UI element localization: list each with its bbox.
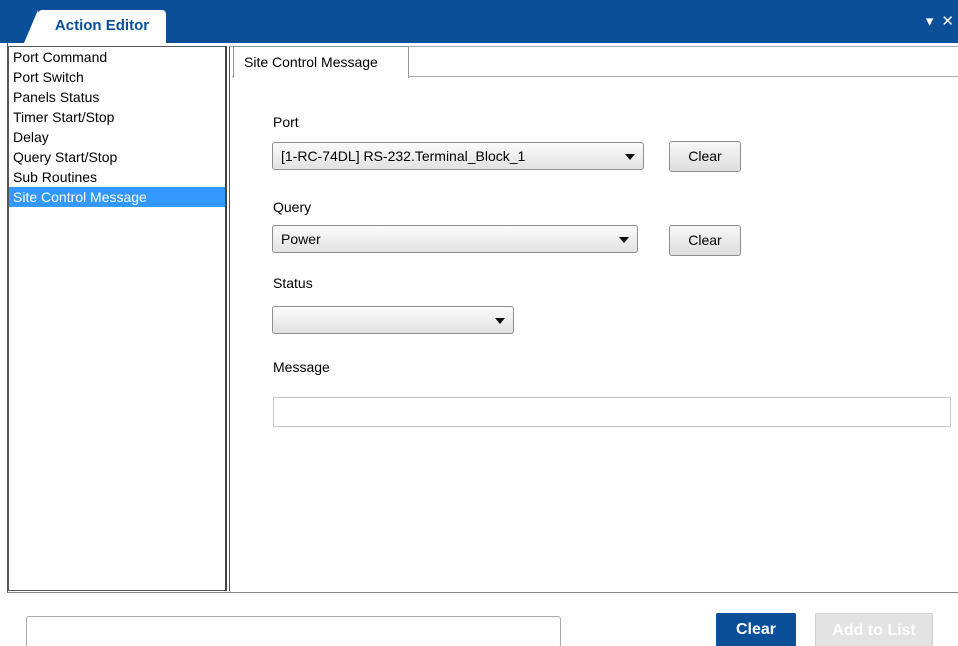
action-type-list[interactable]: Port Command Port Switch Panels Status T…: [8, 46, 227, 591]
message-label: Message: [273, 359, 330, 375]
list-item-delay[interactable]: Delay: [9, 127, 225, 147]
query-dropdown[interactable]: Power: [272, 225, 638, 253]
query-clear-button[interactable]: Clear: [669, 225, 741, 256]
title-icons: ▾ ✕: [926, 14, 954, 30]
title-bar: Action Editor ▾ ✕: [0, 0, 958, 43]
status-label: Status: [273, 275, 313, 291]
list-item-port-command[interactable]: Port Command: [9, 47, 225, 67]
close-icon[interactable]: ✕: [941, 14, 954, 30]
list-item-port-switch[interactable]: Port Switch: [9, 67, 225, 87]
port-label: Port: [273, 114, 299, 130]
list-item-site-control-message[interactable]: Site Control Message: [9, 187, 225, 207]
query-dropdown-value: Power: [281, 231, 321, 247]
query-label: Query: [273, 199, 312, 215]
dropdown-arrow-icon[interactable]: ▾: [926, 14, 934, 30]
add-to-list-button[interactable]: Add to List: [815, 613, 933, 646]
chevron-down-icon: [625, 154, 635, 160]
window-title-tab: Action Editor: [24, 10, 166, 43]
list-item-timer-start-stop[interactable]: Timer Start/Stop: [9, 107, 225, 127]
list-item-sub-routines[interactable]: Sub Routines: [9, 167, 225, 187]
port-clear-button[interactable]: Clear: [669, 141, 741, 172]
action-text-input[interactable]: [26, 616, 561, 646]
list-item-panels-status[interactable]: Panels Status: [9, 87, 225, 107]
list-item-query-start-stop[interactable]: Query Start/Stop: [9, 147, 225, 167]
status-dropdown[interactable]: [272, 306, 514, 334]
tab-site-control-message[interactable]: Site Control Message: [233, 46, 409, 78]
clear-button[interactable]: Clear: [716, 613, 796, 646]
port-dropdown-value: [1-RC-74DL] RS-232.Terminal_Block_1: [281, 148, 526, 164]
port-dropdown[interactable]: [1-RC-74DL] RS-232.Terminal_Block_1: [272, 142, 644, 170]
message-input[interactable]: [273, 397, 951, 427]
window-title: Action Editor: [54, 17, 150, 34]
chevron-down-icon: [619, 237, 629, 243]
chevron-down-icon: [495, 318, 505, 324]
